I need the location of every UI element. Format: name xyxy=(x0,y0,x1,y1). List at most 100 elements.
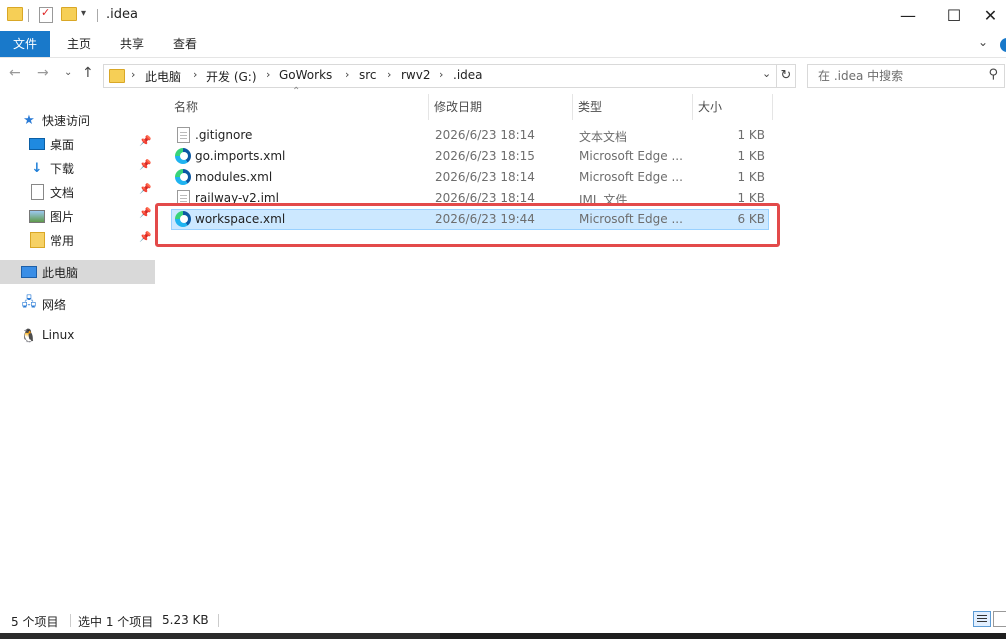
file-modified: 2026/6/23 18:14 xyxy=(435,170,535,184)
ribbon-tabs: 文件 主页 共享 查看 ⌄ xyxy=(0,31,1006,58)
file-list: ⌃ 名称 修改日期 类型 大小 .gitignore 2026/6/23 18:… xyxy=(155,86,1006,607)
help-icon[interactable] xyxy=(1000,38,1006,52)
file-name[interactable]: go.imports.xml xyxy=(195,149,285,163)
column-divider[interactable] xyxy=(772,94,773,120)
folder-icon[interactable] xyxy=(7,7,23,21)
refresh-icon[interactable]: ↻ xyxy=(777,64,796,88)
sidebar-item-linux[interactable]: 🐧 Linux xyxy=(0,324,155,348)
separator xyxy=(28,9,29,22)
network-icon: 🖧 xyxy=(21,295,37,310)
address-bar[interactable]: › 此电脑 › 开发 (G:) › GoWorks › src › rwv2 ›… xyxy=(103,64,777,88)
search-input[interactable] xyxy=(816,68,980,84)
minimize-button[interactable]: — xyxy=(885,0,931,30)
sidebar-item-pictures[interactable]: 图片 📌 xyxy=(0,204,155,228)
pin-icon[interactable]: 📌 xyxy=(139,232,151,243)
sidebar-item-network[interactable]: 🖧 网络 xyxy=(0,292,155,316)
sidebar-item-label: 图片 xyxy=(50,210,75,224)
back-arrow-icon[interactable]: ← xyxy=(9,65,21,81)
breadcrumb-this-pc[interactable]: 此电脑 xyxy=(145,68,181,85)
table-row[interactable]: modules.xml 2026/6/23 18:14 Microsoft Ed… xyxy=(171,167,769,188)
sidebar-item-label: Linux xyxy=(42,328,75,342)
chevron-right-icon[interactable]: › xyxy=(345,68,349,81)
file-name[interactable]: .gitignore xyxy=(195,128,252,142)
chevron-right-icon[interactable]: › xyxy=(266,68,270,81)
sidebar-item-label: 此电脑 xyxy=(42,266,79,280)
tab-view[interactable]: 查看 xyxy=(162,31,208,57)
up-arrow-icon[interactable]: ↑ xyxy=(82,65,94,81)
breadcrumb-goworks[interactable]: GoWorks xyxy=(279,68,332,82)
breadcrumb-src[interactable]: src xyxy=(359,68,377,82)
text-file-icon xyxy=(177,127,190,143)
close-button[interactable]: ✕ xyxy=(975,0,1006,30)
breadcrumb-rwv2[interactable]: rwv2 xyxy=(401,68,430,82)
chevron-right-icon[interactable]: › xyxy=(439,68,443,81)
separator xyxy=(97,9,98,22)
tab-home[interactable]: 主页 xyxy=(56,31,102,57)
search-icon[interactable]: ⚲ xyxy=(988,67,998,82)
status-bar: 5 个项目 选中 1 个项目 5.23 KB xyxy=(0,607,1006,633)
sidebar-item-this-pc[interactable]: 此电脑 xyxy=(0,260,155,284)
separator xyxy=(70,614,71,627)
chevron-right-icon[interactable]: › xyxy=(131,68,135,81)
file-name[interactable]: modules.xml xyxy=(195,170,272,184)
breadcrumb-drive[interactable]: 开发 (G:) xyxy=(206,68,257,85)
sidebar-item-desktop[interactable]: 桌面 📌 xyxy=(0,132,155,156)
chevron-right-icon[interactable]: › xyxy=(193,68,197,81)
status-selected-size: 5.23 KB xyxy=(162,613,209,627)
chevron-right-icon[interactable]: › xyxy=(387,68,391,81)
sidebar-item-quick-access[interactable]: ★ 快速访问 xyxy=(0,108,155,132)
address-row: ← → ⌄ ↑ › 此电脑 › 开发 (G:) › GoWorks › src … xyxy=(0,58,1006,92)
tab-file[interactable]: 文件 xyxy=(0,31,50,57)
details-view-icon[interactable] xyxy=(973,611,991,627)
large-icons-view-icon[interactable] xyxy=(993,611,1006,627)
sidebar-item-downloads[interactable]: ↓ 下载 📌 xyxy=(0,156,155,180)
chevron-down-icon[interactable]: ⌄ xyxy=(978,35,988,49)
desktop-icon xyxy=(29,136,45,152)
pin-icon[interactable]: 📌 xyxy=(139,160,151,171)
breadcrumb-idea[interactable]: .idea xyxy=(453,68,483,82)
properties-icon[interactable] xyxy=(39,6,53,23)
file-size: 1 KB xyxy=(737,149,765,163)
address-history-dropdown-icon[interactable]: ⌄ xyxy=(762,67,771,80)
navigation-pane: ★ 快速访问 桌面 📌 ↓ 下载 📌 文档 📌 图片 📌 常用 📌 此电脑 🖧 … xyxy=(0,92,155,607)
computer-icon xyxy=(21,264,37,280)
file-type: Microsoft Edge ... xyxy=(579,170,683,184)
file-modified: 2026/6/23 18:15 xyxy=(435,149,535,163)
status-item-count: 5 个项目 xyxy=(11,615,59,629)
sidebar-item-label: 常用 xyxy=(50,234,75,248)
sidebar-item-label: 网络 xyxy=(42,298,67,312)
pin-icon[interactable]: 📌 xyxy=(139,184,151,195)
tab-share[interactable]: 共享 xyxy=(109,31,155,57)
table-row[interactable]: .gitignore 2026/6/23 18:14 文本文档 1 KB xyxy=(171,125,769,146)
forward-arrow-icon[interactable]: → xyxy=(37,65,49,81)
file-modified: 2026/6/23 18:14 xyxy=(435,128,535,142)
sidebar-item-documents[interactable]: 文档 📌 xyxy=(0,180,155,204)
star-icon: ★ xyxy=(23,112,35,128)
column-header-modified[interactable]: 修改日期 xyxy=(428,94,572,120)
maximize-button[interactable]: ☐ xyxy=(931,0,977,30)
picture-icon xyxy=(29,208,45,224)
sidebar-item-label: 桌面 xyxy=(50,138,75,152)
edge-icon xyxy=(175,148,191,164)
window-title: .idea xyxy=(106,7,138,22)
title-bar: ▾ .idea — ☐ ✕ xyxy=(0,0,1006,31)
sidebar-item-label: 快速访问 xyxy=(42,114,91,128)
sidebar-item-common[interactable]: 常用 📌 xyxy=(0,228,155,252)
recent-locations-icon[interactable]: ⌄ xyxy=(64,67,72,78)
column-header-size[interactable]: 大小 xyxy=(692,94,772,120)
column-header-type[interactable]: 类型 xyxy=(572,94,692,120)
search-box[interactable]: ⚲ xyxy=(807,64,1005,88)
file-type: 文本文档 xyxy=(579,130,628,144)
file-size: 1 KB xyxy=(737,170,765,184)
column-header-name[interactable]: 名称 xyxy=(168,94,429,120)
pin-icon[interactable]: 📌 xyxy=(139,208,151,219)
sidebar-item-label: 下载 xyxy=(50,162,75,176)
annotation-highlight xyxy=(155,203,780,247)
download-icon: ↓ xyxy=(31,160,43,176)
pin-icon[interactable]: 📌 xyxy=(139,136,151,147)
quick-access-dropdown-icon[interactable]: ▾ xyxy=(81,8,86,19)
file-size: 1 KB xyxy=(737,128,765,142)
new-folder-icon[interactable] xyxy=(61,7,77,21)
table-row[interactable]: go.imports.xml 2026/6/23 18:15 Microsoft… xyxy=(171,146,769,167)
document-icon xyxy=(29,184,45,200)
